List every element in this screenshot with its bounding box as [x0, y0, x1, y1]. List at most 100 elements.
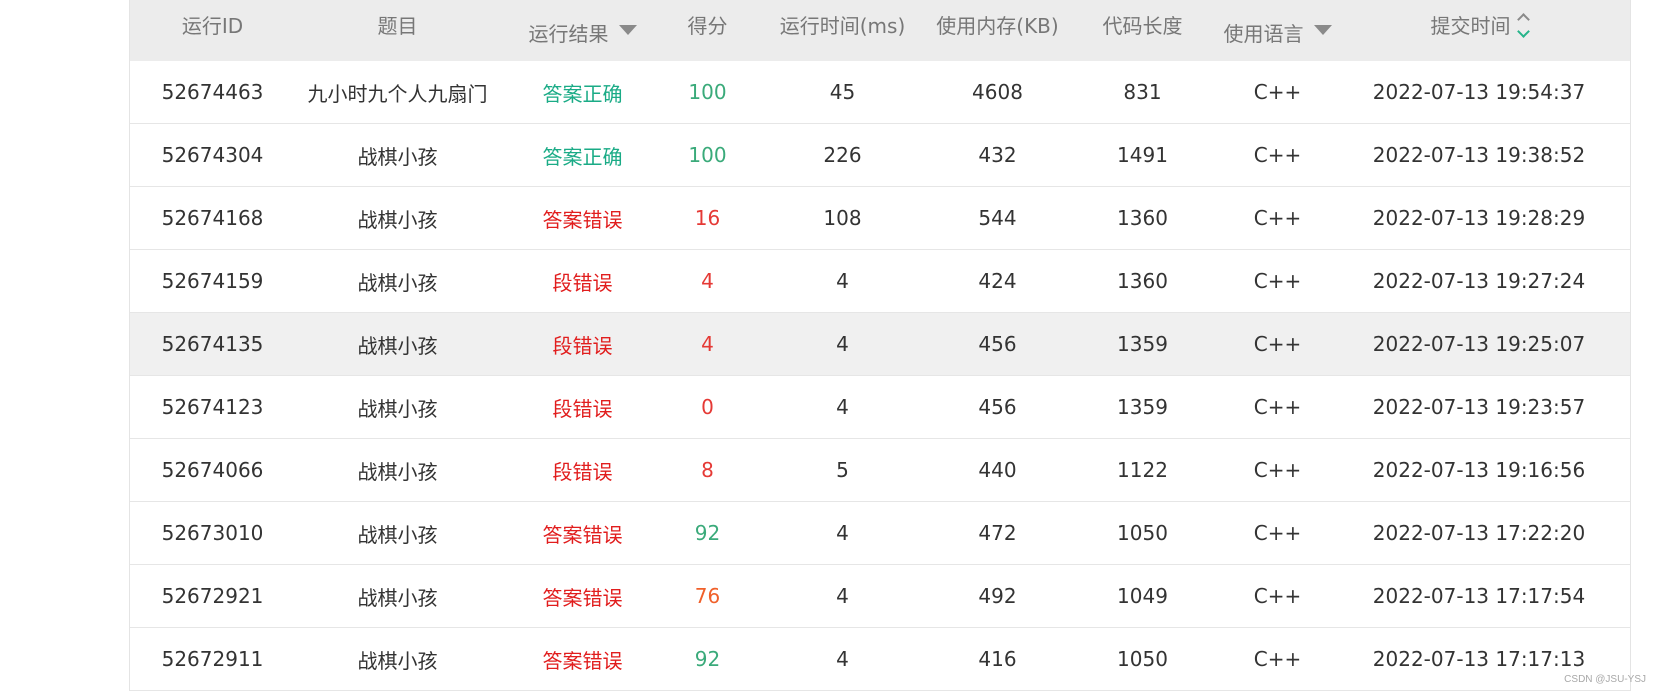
header-time: 运行时间(ms) — [779, 14, 906, 38]
code-length-cell[interactable]: 1359 — [1060, 376, 1225, 438]
table-row[interactable]: 52673010 战棋小孩 答案错误 92 4 472 1050 C++ 2022-07-13 … — [130, 502, 1630, 565]
problem-title-link[interactable]: 战棋小孩 — [295, 124, 500, 186]
memory-cell: 416 — [978, 647, 1017, 671]
run-time-cell: 45 — [829, 80, 856, 104]
caret-down-icon[interactable] — [1313, 24, 1332, 35]
result-status[interactable]: 答案正确 — [500, 124, 665, 186]
language-cell: C++ — [1253, 80, 1302, 104]
header-result-label: 运行结果 — [528, 22, 609, 46]
language-cell: C++ — [1253, 395, 1302, 419]
submit-time-cell: 2022-07-13 19:23:57 — [1372, 395, 1586, 419]
problem-title-link[interactable]: 战棋小孩 — [295, 565, 500, 627]
language-cell: C++ — [1253, 269, 1302, 293]
run-id-cell[interactable]: 52673010 — [130, 502, 295, 564]
result-status[interactable]: 答案错误 — [500, 628, 665, 690]
result-status[interactable]: 答案错误 — [500, 502, 665, 564]
header-score: 得分 — [687, 14, 728, 38]
header-title: 题目 — [377, 14, 418, 38]
code-length-cell[interactable]: 1360 — [1060, 187, 1225, 249]
sort-icon[interactable] — [1516, 13, 1530, 38]
table-body: 52674463 九小时九个人九扇门 答案正确 100 45 4608 831 C++ 2022… — [130, 61, 1630, 691]
result-status[interactable]: 答案错误 — [500, 187, 665, 249]
result-status[interactable]: 段错误 — [500, 313, 665, 375]
caret-down-icon[interactable] — [618, 24, 637, 35]
memory-cell: 4608 — [972, 80, 1023, 104]
memory-cell: 440 — [978, 458, 1017, 482]
run-time-cell: 226 — [823, 143, 862, 167]
sort-down-icon[interactable] — [1516, 25, 1530, 38]
problem-title-link[interactable]: 战棋小孩 — [295, 313, 500, 375]
result-status[interactable]: 段错误 — [500, 250, 665, 312]
submit-time-cell: 2022-07-13 19:28:29 — [1372, 206, 1586, 230]
code-length-cell[interactable]: 1050 — [1060, 628, 1225, 690]
header-language-label: 使用语言 — [1223, 22, 1304, 46]
header-run-id: 运行ID — [181, 14, 244, 38]
run-id-cell[interactable]: 52674123 — [130, 376, 295, 438]
result-status[interactable]: 段错误 — [500, 376, 665, 438]
table-row[interactable]: 52674066 战棋小孩 段错误 8 5 440 1122 C++ 2022-07-13 19… — [130, 439, 1630, 502]
run-id-cell[interactable]: 52672911 — [130, 628, 295, 690]
score-cell: 16 — [694, 206, 721, 230]
score-cell: 76 — [694, 584, 721, 608]
submit-time-cell: 2022-07-13 17:22:20 — [1372, 521, 1586, 545]
run-time-cell: 5 — [836, 458, 849, 482]
table-row[interactable]: 52672921 战棋小孩 答案错误 76 4 492 1049 C++ 2022-07-13 … — [130, 565, 1630, 628]
code-length-cell[interactable]: 1050 — [1060, 502, 1225, 564]
language-cell: C++ — [1253, 143, 1302, 167]
code-length-cell[interactable]: 1359 — [1060, 313, 1225, 375]
code-length-cell[interactable]: 831 — [1060, 61, 1225, 123]
run-id-cell[interactable]: 52674463 — [130, 61, 295, 123]
run-time-cell: 4 — [836, 269, 849, 293]
score-cell: 92 — [694, 521, 721, 545]
table-row[interactable]: 52674304 战棋小孩 答案正确 100 226 432 1491 C++ 2022-07-… — [130, 124, 1630, 187]
code-length-cell[interactable]: 1491 — [1060, 124, 1225, 186]
problem-title-link[interactable]: 战棋小孩 — [295, 628, 500, 690]
code-length-cell[interactable]: 1122 — [1060, 439, 1225, 501]
problem-title-link[interactable]: 九小时九个人九扇门 — [295, 61, 500, 123]
submit-time-cell: 2022-07-13 19:38:52 — [1372, 143, 1586, 167]
language-cell: C++ — [1253, 647, 1302, 671]
submit-time-cell: 2022-07-13 19:25:07 — [1372, 332, 1586, 356]
problem-title-link[interactable]: 战棋小孩 — [295, 502, 500, 564]
header-language-filter[interactable]: 使用语言 — [1223, 0, 1332, 61]
result-status[interactable]: 段错误 — [500, 439, 665, 501]
table-header: 运行ID 题目 运行结果 得分 运行时间(ms) 使用内存(KB) 代码长度 使… — [130, 0, 1630, 61]
header-memory: 使用内存(KB) — [936, 14, 1059, 38]
table-row[interactable]: 52674123 战棋小孩 段错误 0 4 456 1359 C++ 2022-07-13 19… — [130, 376, 1630, 439]
result-status[interactable]: 答案错误 — [500, 565, 665, 627]
table-row[interactable]: 52674159 战棋小孩 段错误 4 4 424 1360 C++ 2022-07-13 19… — [130, 250, 1630, 313]
run-id-cell[interactable]: 52674066 — [130, 439, 295, 501]
problem-title-link[interactable]: 战棋小孩 — [295, 250, 500, 312]
problem-title-link[interactable]: 战棋小孩 — [295, 439, 500, 501]
run-time-cell: 4 — [836, 647, 849, 671]
problem-title-link[interactable]: 战棋小孩 — [295, 376, 500, 438]
run-id-cell[interactable]: 52672921 — [130, 565, 295, 627]
code-length-cell[interactable]: 1360 — [1060, 250, 1225, 312]
score-cell: 100 — [688, 80, 727, 104]
language-cell: C++ — [1253, 332, 1302, 356]
table-row[interactable]: 52674135 战棋小孩 段错误 4 4 456 1359 C++ 2022-07-13 19… — [130, 313, 1630, 376]
header-result-filter[interactable]: 运行结果 — [500, 0, 665, 61]
code-length-cell[interactable]: 1049 — [1060, 565, 1225, 627]
run-time-cell: 4 — [836, 584, 849, 608]
run-id-cell[interactable]: 52674135 — [130, 313, 295, 375]
run-id-cell[interactable]: 52674159 — [130, 250, 295, 312]
table-row[interactable]: 52674168 战棋小孩 答案错误 16 108 544 1360 C++ 2022-07-1… — [130, 187, 1630, 250]
memory-cell: 432 — [978, 143, 1017, 167]
problem-title-link[interactable]: 战棋小孩 — [295, 187, 500, 249]
header-code-length: 代码长度 — [1102, 14, 1183, 38]
result-status[interactable]: 答案正确 — [500, 61, 665, 123]
run-id-cell[interactable]: 52674304 — [130, 124, 295, 186]
score-cell: 100 — [688, 143, 727, 167]
table-row[interactable]: 52672911 战棋小孩 答案错误 92 4 416 1050 C++ 2022-07-13 … — [130, 628, 1630, 691]
submission-table: 运行ID 题目 运行结果 得分 运行时间(ms) 使用内存(KB) 代码长度 使… — [129, 0, 1631, 691]
language-cell: C++ — [1253, 458, 1302, 482]
table-row[interactable]: 52674463 九小时九个人九扇门 答案正确 100 45 4608 831 C++ 2022… — [130, 61, 1630, 124]
run-time-cell: 4 — [836, 521, 849, 545]
submit-time-cell: 2022-07-13 19:54:37 — [1372, 80, 1586, 104]
header-submit-time-sort[interactable]: 提交时间 — [1330, 0, 1628, 61]
submit-time-cell: 2022-07-13 19:16:56 — [1372, 458, 1586, 482]
score-cell: 4 — [701, 332, 714, 356]
run-id-cell[interactable]: 52674168 — [130, 187, 295, 249]
run-time-cell: 4 — [836, 395, 849, 419]
